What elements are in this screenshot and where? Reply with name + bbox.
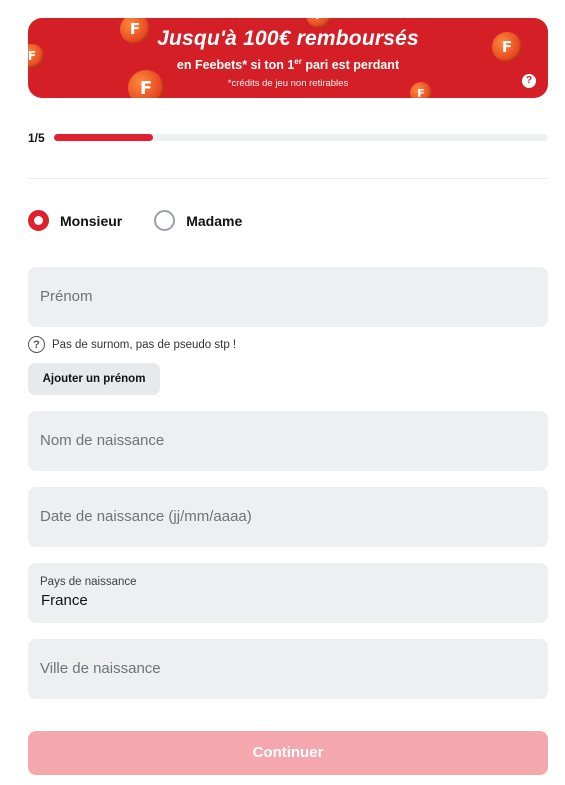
radio-label-monsieur: Monsieur bbox=[60, 212, 123, 229]
prenom-input[interactable]: Prénom bbox=[28, 267, 548, 327]
pays-naissance-select[interactable]: Pays de naissance France bbox=[28, 563, 548, 623]
prenom-placeholder: Prénom bbox=[40, 288, 93, 305]
ville-naissance-input[interactable]: Ville de naissance bbox=[28, 639, 548, 699]
continue-button[interactable]: Continuer bbox=[28, 731, 548, 775]
divider bbox=[28, 178, 548, 179]
help-icon[interactable]: ? bbox=[522, 74, 536, 88]
date-naissance-placeholder: Date de naissance (jj/mm/aaaa) bbox=[40, 508, 252, 525]
prenom-hint: ? Pas de surnom, pas de pseudo stp ! bbox=[28, 336, 236, 353]
add-prenom-button[interactable]: Ajouter un prénom bbox=[28, 363, 160, 395]
banner-subtitle: en Feebets* si ton 1er pari est perdant bbox=[176, 57, 400, 73]
radio-option-madame[interactable]: Madame bbox=[154, 210, 242, 231]
radio-button-madame[interactable] bbox=[154, 210, 176, 231]
radio-option-monsieur[interactable]: Monsieur bbox=[28, 210, 122, 231]
pays-naissance-label: Pays de naissance bbox=[40, 576, 137, 588]
banner-title: Jusqu'à 100€ remboursés bbox=[157, 27, 419, 50]
progress-bar bbox=[54, 134, 548, 141]
prenom-hint-text: Pas de surnom, pas de pseudo stp ! bbox=[52, 338, 237, 351]
ville-naissance-placeholder: Ville de naissance bbox=[40, 660, 161, 677]
question-circle-icon: ? bbox=[28, 336, 45, 353]
date-naissance-input[interactable]: Date de naissance (jj/mm/aaaa) bbox=[28, 487, 548, 547]
promo-banner[interactable]: F F F F F F Jusqu'à 100€ remboursés en F… bbox=[28, 18, 548, 98]
step-counter: 1/5 bbox=[28, 131, 45, 145]
radio-label-madame: Madame bbox=[186, 212, 243, 229]
radio-button-monsieur[interactable] bbox=[28, 210, 49, 231]
progress-bar-fill bbox=[54, 134, 153, 141]
banner-note: *crédits de jeu non retirables bbox=[227, 78, 349, 89]
civility-radio-group: Monsieur Madame bbox=[28, 210, 242, 231]
pays-naissance-value: France bbox=[41, 592, 88, 609]
nom-naissance-input[interactable]: Nom de naissance bbox=[28, 411, 548, 471]
nom-naissance-placeholder: Nom de naissance bbox=[40, 432, 165, 449]
